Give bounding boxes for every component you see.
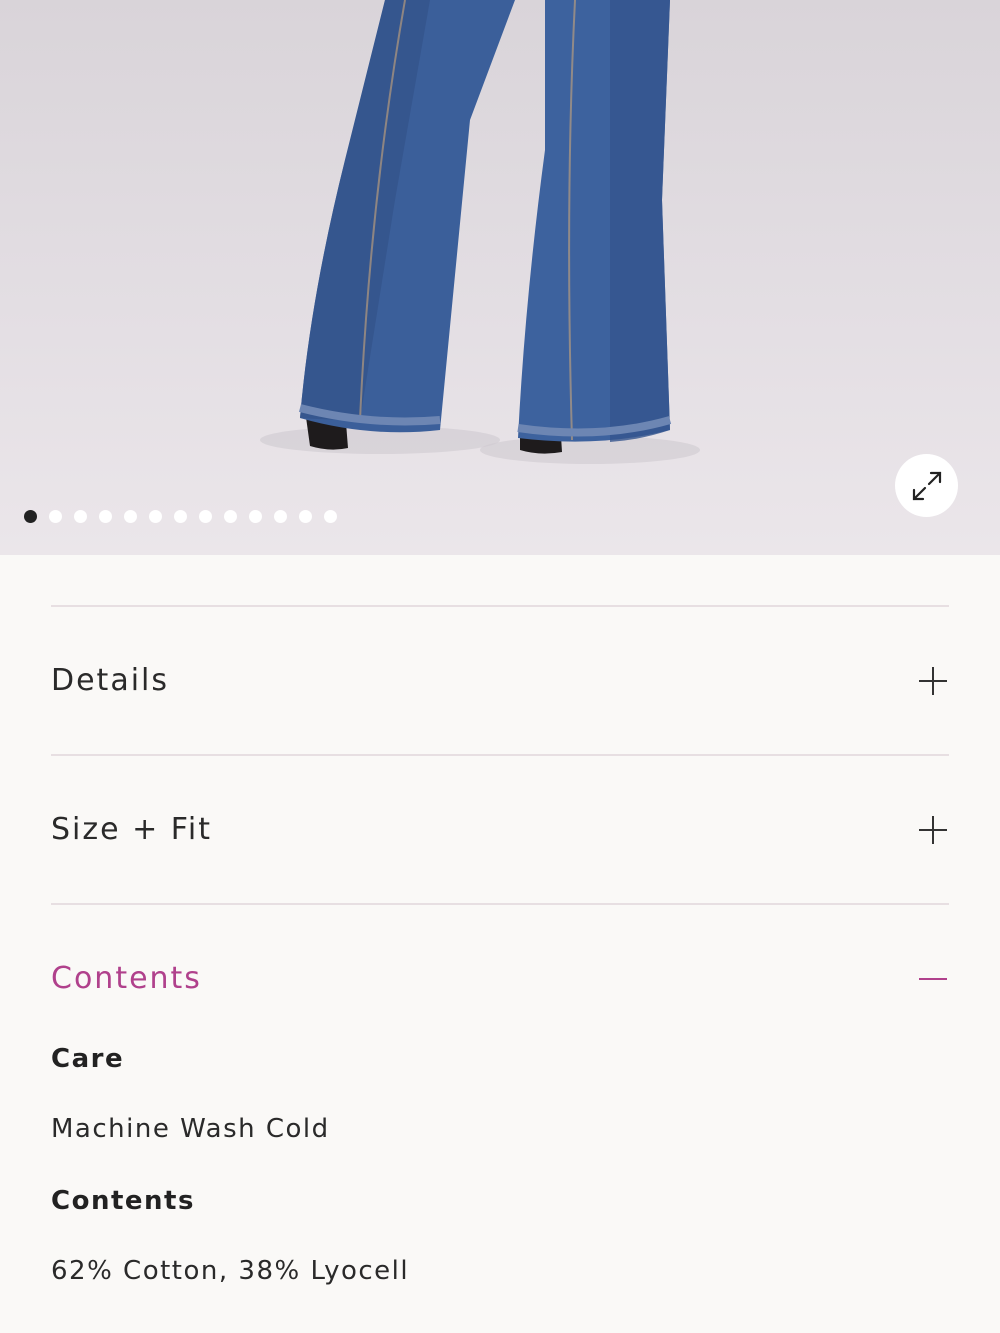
gallery-dot[interactable] <box>199 510 212 523</box>
plus-icon[interactable] <box>917 665 949 697</box>
contents-heading: Contents <box>51 1186 195 1216</box>
gallery-dot[interactable] <box>99 510 112 523</box>
gallery-dot[interactable] <box>174 510 187 523</box>
gallery-pagination <box>24 510 337 523</box>
accordion-contents[interactable]: Contents <box>51 903 949 1052</box>
accordion-size-fit[interactable]: Size + Fit <box>51 754 949 903</box>
gallery-dot[interactable] <box>149 510 162 523</box>
expand-arrows-icon <box>912 471 941 500</box>
care-text: Machine Wash Cold <box>51 1114 330 1144</box>
plus-icon[interactable] <box>917 814 949 846</box>
gallery-dot[interactable] <box>249 510 262 523</box>
gallery-dot[interactable] <box>224 510 237 523</box>
gallery-dot[interactable] <box>124 510 137 523</box>
product-image <box>260 0 700 464</box>
gallery-dot[interactable] <box>299 510 312 523</box>
product-image-gallery[interactable] <box>0 0 1000 555</box>
product-info-accordion: Details Size + Fit Contents Care Machine… <box>51 605 949 1286</box>
care-heading: Care <box>51 1044 125 1074</box>
contents-text: 62% Cotton, 38% Lyocell <box>51 1256 410 1286</box>
gallery-dot[interactable] <box>24 510 37 523</box>
accordion-size-fit-label: Size + Fit <box>51 812 212 847</box>
accordion-details-label: Details <box>51 663 170 698</box>
minus-icon[interactable] <box>917 963 949 995</box>
accordion-contents-label: Contents <box>51 961 202 996</box>
gallery-dot[interactable] <box>324 510 337 523</box>
gallery-dot[interactable] <box>49 510 62 523</box>
gallery-dot[interactable] <box>274 510 287 523</box>
expand-image-button[interactable] <box>895 454 958 517</box>
gallery-dot[interactable] <box>74 510 87 523</box>
accordion-details[interactable]: Details <box>51 605 949 754</box>
